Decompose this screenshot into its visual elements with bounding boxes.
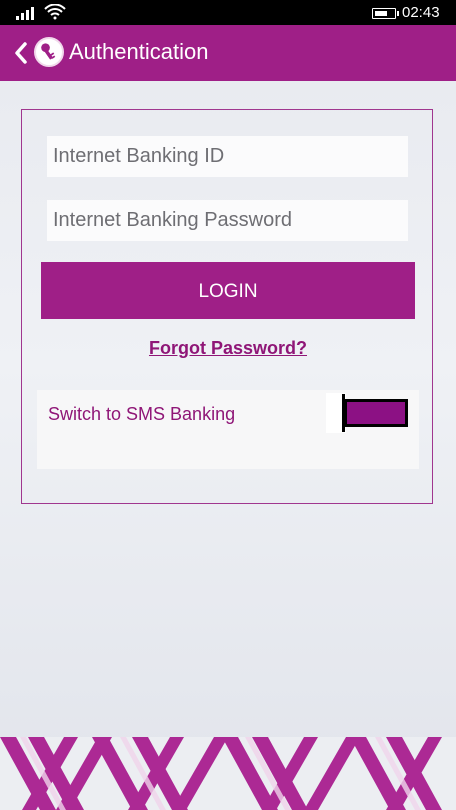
sms-banking-row: Switch to SMS Banking xyxy=(37,390,419,469)
internet-banking-id-input[interactable] xyxy=(47,136,408,177)
chevron-left-icon[interactable] xyxy=(12,41,30,65)
forgot-password-link[interactable]: Forgot Password? xyxy=(22,338,434,359)
signal-bars-icon xyxy=(16,7,34,20)
status-bar: 02:43 xyxy=(0,0,456,25)
page-title: Authentication xyxy=(69,39,209,64)
app-header: Authentication xyxy=(0,25,456,81)
internet-banking-password-input[interactable] xyxy=(47,200,408,241)
key-icon xyxy=(34,37,64,67)
toggle-thumb[interactable] xyxy=(342,394,345,432)
sms-banking-toggle[interactable] xyxy=(326,393,410,433)
toggle-track xyxy=(344,399,408,427)
battery-icon xyxy=(372,8,399,19)
login-panel: LOGIN Forgot Password? Switch to SMS Ban… xyxy=(21,109,433,504)
sms-banking-label: Switch to SMS Banking xyxy=(48,404,236,424)
status-time: 02:43 xyxy=(402,4,440,21)
wifi-icon xyxy=(44,4,66,20)
decorative-footer-pattern xyxy=(0,737,456,810)
login-button[interactable]: LOGIN xyxy=(41,262,415,319)
